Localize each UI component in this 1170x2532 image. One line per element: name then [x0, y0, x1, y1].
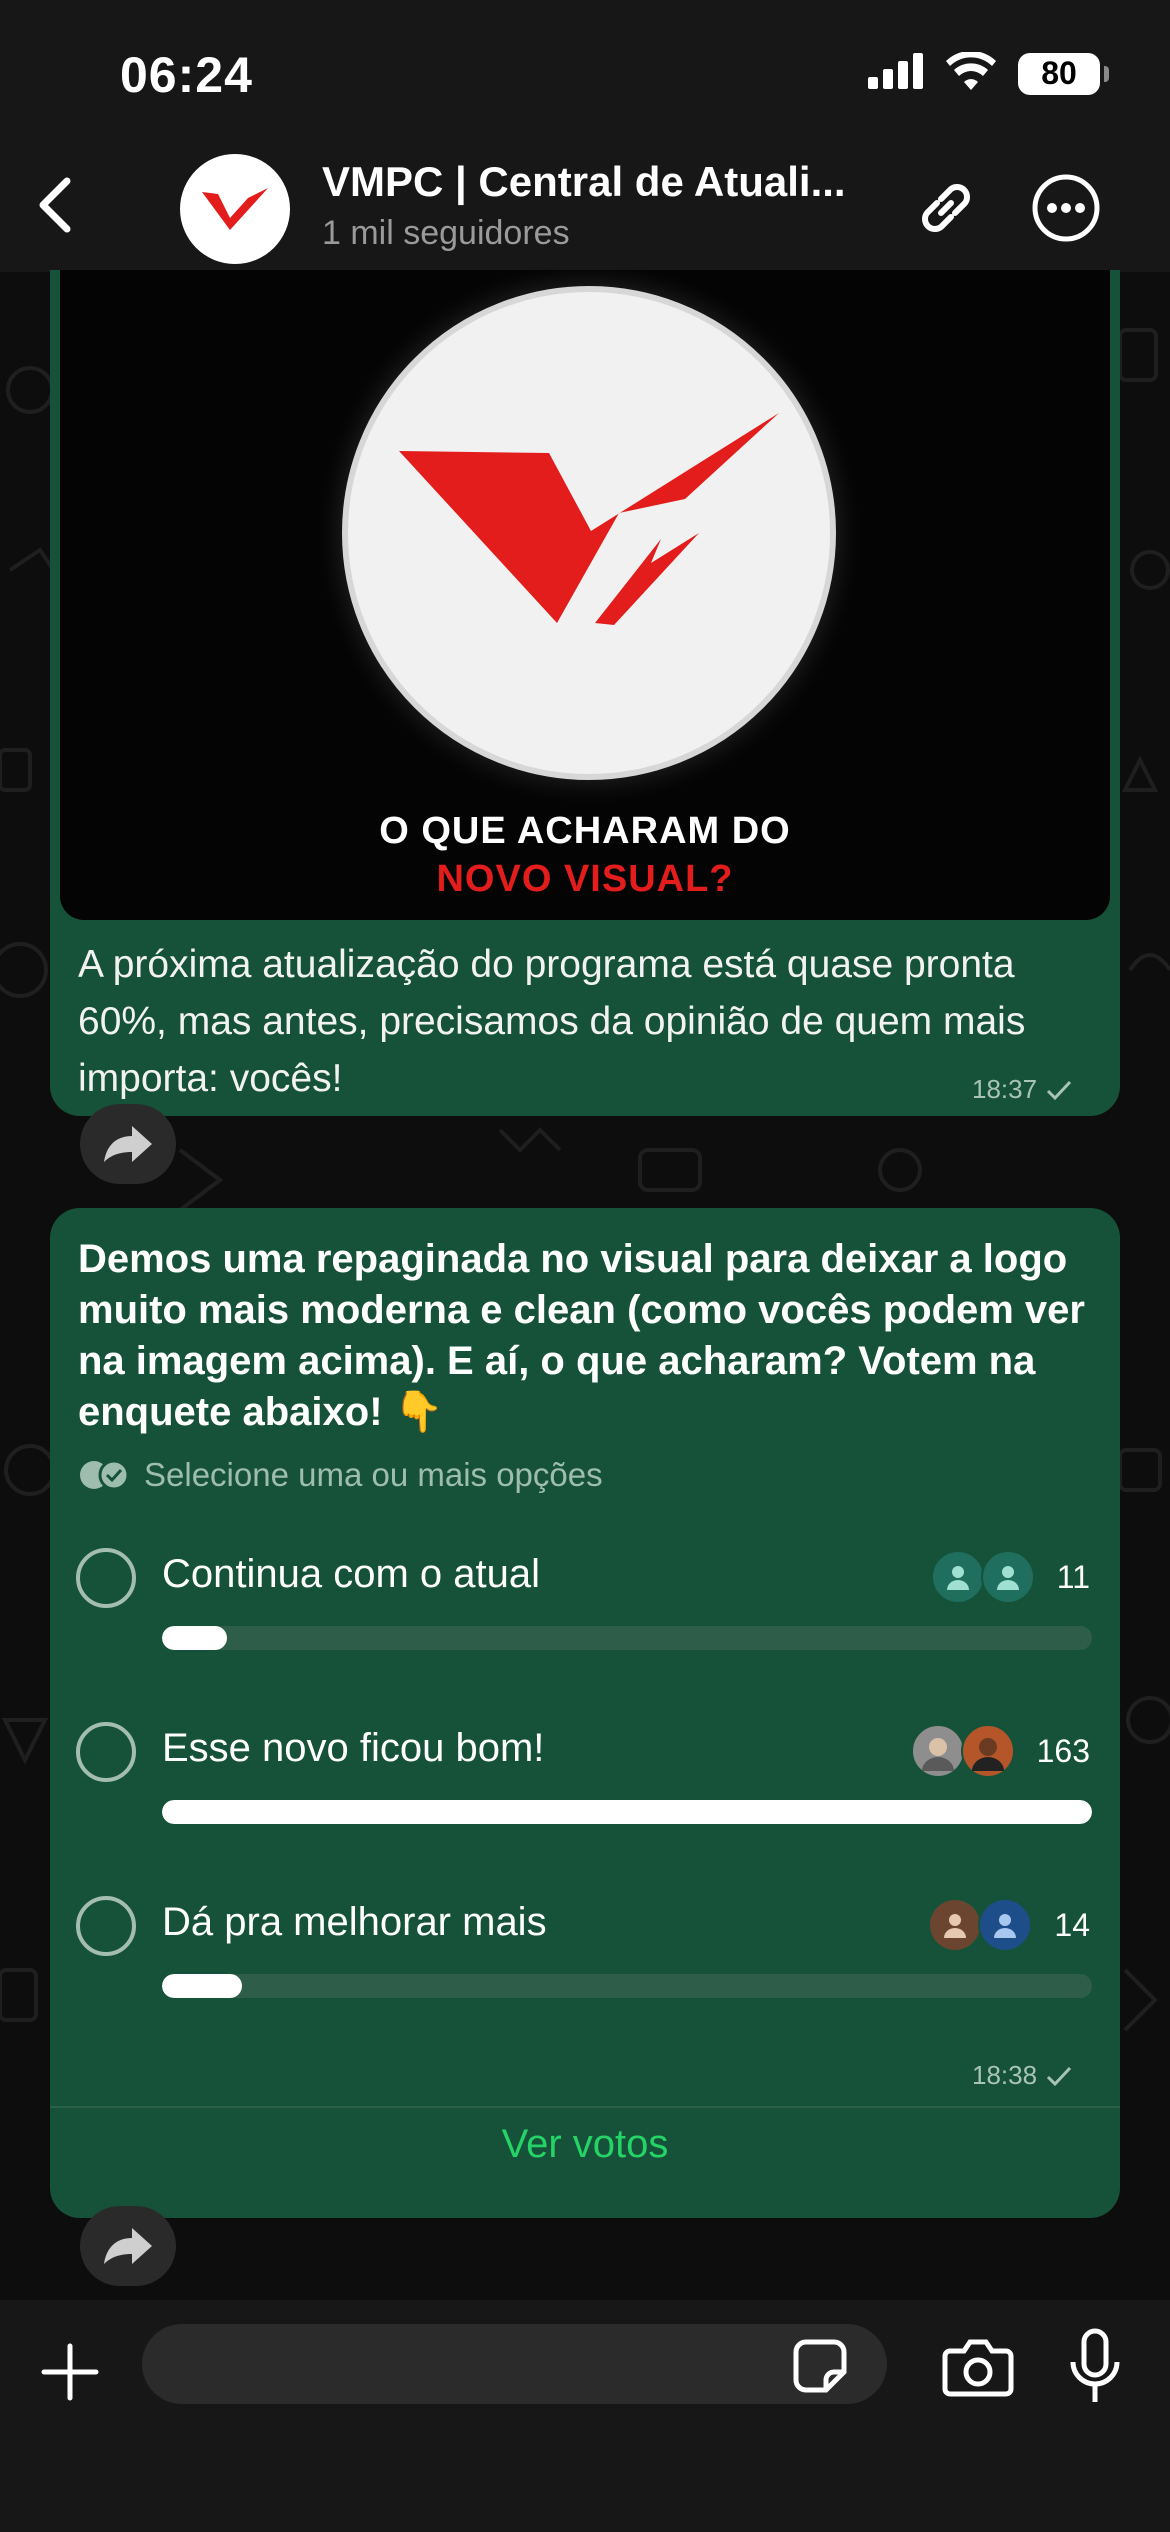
option-label: Esse novo ficou bom!	[162, 1726, 545, 1770]
option-vote-count: 14	[1054, 1906, 1090, 1943]
back-icon	[39, 177, 71, 233]
forward-button[interactable]	[80, 2206, 176, 2286]
image-message-bubble[interactable]: O QUE ACHARAM DO NOVO VISUAL? A próxima …	[50, 270, 1120, 1116]
poll-hint: Selecione uma ou mais opções	[78, 1456, 603, 1494]
voter-avatar	[980, 1550, 1035, 1604]
option-radio[interactable]	[76, 1722, 136, 1782]
channel-header: VMPC | Central de Atuali... 1 mil seguid…	[0, 140, 1170, 272]
camera-button[interactable]	[940, 2332, 1016, 2402]
wifi-icon	[946, 50, 996, 95]
voter-avatar	[978, 1898, 1033, 1952]
option-progress-fill	[162, 1974, 242, 1998]
option-progress-track	[162, 1974, 1092, 1998]
person-photo-icon	[971, 1738, 1004, 1771]
option-progress-track	[162, 1626, 1092, 1650]
follower-count: 1 mil seguidores	[322, 214, 570, 252]
signal-icon	[868, 53, 924, 94]
option-voters[interactable]: 14	[928, 1898, 1090, 1952]
link-button[interactable]	[908, 170, 984, 246]
more-icon	[1032, 174, 1100, 242]
poll-message-bubble: Demos uma repaginada no visual para deix…	[50, 1208, 1120, 2218]
option-progress-track	[162, 1800, 1092, 1824]
poll-option[interactable]: Continua com o atual 11	[50, 1548, 1120, 1698]
message-image[interactable]: O QUE ACHARAM DO NOVO VISUAL?	[60, 270, 1110, 920]
link-icon	[922, 184, 970, 232]
image-caption-line2: NOVO VISUAL?	[436, 858, 734, 900]
mic-icon	[1070, 2328, 1120, 2402]
person-icon	[996, 1566, 1019, 1590]
option-progress-fill	[162, 1800, 1092, 1824]
more-options-button[interactable]	[1028, 170, 1104, 246]
option-vote-count: 11	[1056, 1558, 1090, 1595]
option-label: Dá pra melhorar mais	[162, 1900, 547, 1944]
voice-message-button[interactable]	[1060, 2326, 1130, 2408]
channel-avatar[interactable]	[180, 154, 290, 264]
option-progress-fill	[162, 1626, 228, 1650]
option-vote-count: 163	[1036, 1732, 1090, 1769]
option-radio[interactable]	[76, 1896, 136, 1956]
poll-question: Demos uma repaginada no visual para deix…	[78, 1237, 1085, 1434]
poll-time-text: 18:38	[972, 2060, 1038, 2090]
status-time: 06:24	[120, 47, 253, 103]
double-check-icon	[80, 1459, 130, 1491]
channel-name[interactable]: VMPC | Central de Atuali...	[322, 158, 862, 206]
plus-icon	[41, 2343, 99, 2401]
person-icon	[994, 1914, 1017, 1938]
voter-avatar	[930, 1550, 985, 1604]
poll-divider	[50, 2106, 1120, 2108]
attach-button[interactable]	[34, 2336, 106, 2408]
compose-bar	[0, 2300, 1170, 2532]
poll-option[interactable]: Esse novo ficou bom! 163	[50, 1722, 1120, 1872]
check-icon	[1047, 2066, 1072, 2086]
forward-icon	[104, 2228, 152, 2264]
option-radio[interactable]	[76, 1548, 136, 1608]
option-label: Continua com o atual	[162, 1552, 541, 1596]
vmpc-logo-icon	[399, 413, 779, 625]
message-timestamp: 18:37	[972, 1074, 1073, 1105]
status-bar: 06:24 80	[0, 0, 1170, 150]
voter-avatar	[928, 1898, 983, 1952]
forward-icon	[104, 1126, 152, 1162]
message-input[interactable]	[142, 2324, 887, 2404]
check-icon	[1047, 1080, 1072, 1100]
voter-avatar	[960, 1724, 1015, 1778]
forward-button[interactable]	[80, 1104, 176, 1184]
poll-hint-text: Selecione uma ou mais opções	[144, 1456, 603, 1493]
battery-indicator: 80	[1018, 52, 1109, 95]
sticker-icon	[793, 2339, 847, 2393]
option-voters[interactable]: 163	[910, 1724, 1090, 1778]
image-caption-line1: O QUE ACHARAM DO	[379, 810, 791, 852]
back-button[interactable]	[20, 170, 90, 240]
message-time-text: 18:37	[972, 1074, 1038, 1104]
sticker-button[interactable]	[790, 2338, 850, 2394]
person-icon	[946, 1566, 969, 1590]
message-text: A próxima atualização do programa está q…	[78, 943, 1026, 1100]
poll-timestamp: 18:38	[972, 2060, 1073, 2091]
view-votes-button[interactable]: Ver votos	[50, 2122, 1120, 2167]
status-icons: 80	[868, 50, 1109, 95]
poll-option[interactable]: Dá pra melhorar mais 14	[50, 1896, 1120, 2046]
vmpc-logo-icon	[202, 188, 268, 230]
option-voters[interactable]: 11	[930, 1550, 1090, 1604]
logo-circle	[342, 286, 836, 780]
person-photo-icon	[921, 1738, 954, 1771]
voter-avatar	[910, 1724, 965, 1778]
camera-icon	[942, 2339, 1014, 2397]
person-icon	[944, 1914, 967, 1938]
